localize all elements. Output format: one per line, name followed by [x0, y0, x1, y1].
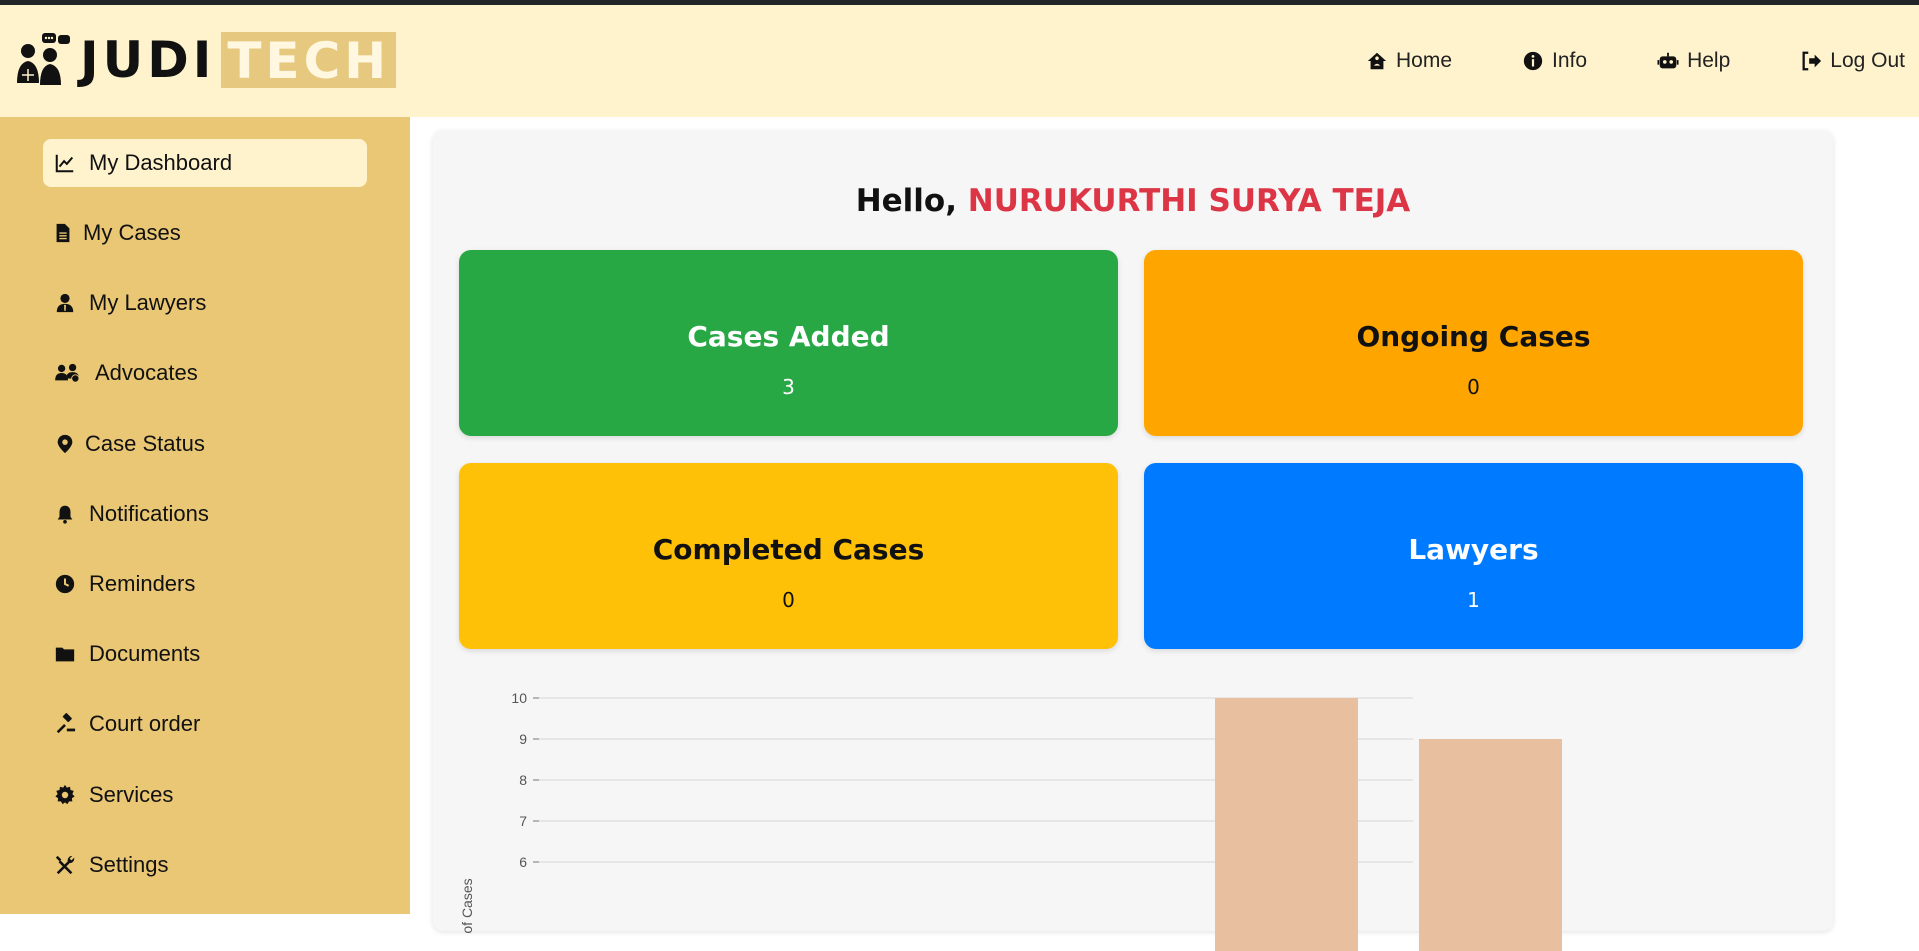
logo-text-judi: JUDI	[80, 31, 216, 89]
greeting-prefix: Hello,	[855, 183, 957, 219]
nav-help[interactable]: Help	[1657, 49, 1730, 73]
stat-card-cases-added[interactable]: Cases Added 3	[459, 250, 1118, 436]
top-nav: Home Info Help Log Out	[1366, 5, 1919, 117]
stat-title: Ongoing Cases	[1356, 320, 1591, 353]
y-tick-label: 9	[519, 731, 527, 747]
tools-icon	[53, 853, 77, 877]
user-tie-icon	[53, 291, 77, 315]
chart-bar[interactable]	[1419, 739, 1562, 951]
home-icon	[1367, 52, 1387, 70]
gear-icon	[53, 783, 77, 807]
stat-title: Cases Added	[687, 320, 890, 353]
sidebar-item-label: Notifications	[89, 501, 209, 526]
sidebar-item-label: Reminders	[89, 571, 196, 596]
chart-bar[interactable]	[1215, 698, 1358, 951]
sidebar-item-label: My Cases	[83, 220, 181, 245]
user-name: NURUKURTHI SURYA TEJA	[967, 183, 1411, 219]
sidebar-item-my-dashboard[interactable]: My Dashboard	[43, 139, 367, 187]
sidebar-item-settings[interactable]: Settings	[43, 841, 367, 889]
sidebar-item-label: Services	[89, 782, 174, 807]
nav-info-label: Info	[1552, 49, 1588, 72]
sidebar-item-court-order[interactable]: Court order	[43, 700, 367, 748]
nav-home-label: Home	[1396, 49, 1453, 72]
sidebar-item-advocates[interactable]: Advocates	[43, 349, 367, 397]
logo[interactable]: JUDI TECH	[14, 29, 397, 91]
users-icon	[53, 361, 83, 385]
sidebar-item-case-status[interactable]: Case Status	[43, 420, 367, 468]
stat-card-ongoing-cases[interactable]: Ongoing Cases 0	[1144, 250, 1803, 436]
map-pin-icon	[53, 432, 77, 456]
nav-logout[interactable]: Log Out	[1800, 49, 1905, 73]
sidebar-item-label: Case Status	[85, 431, 205, 456]
y-axis-label: of Cases	[459, 878, 475, 933]
y-tick-label: 8	[519, 772, 527, 788]
y-tick-label: 7	[519, 813, 527, 829]
bell-icon	[53, 502, 77, 526]
sidebar-item-label: My Lawyers	[89, 290, 207, 315]
stat-value: 1	[1467, 588, 1480, 612]
sidebar-item-documents[interactable]: Documents	[43, 630, 367, 678]
y-tick-label: 6	[519, 854, 527, 870]
nav-logout-label: Log Out	[1830, 49, 1905, 72]
stat-title: Completed Cases	[652, 533, 925, 566]
sidebar-item-services[interactable]: Services	[43, 771, 367, 819]
dashboard-card: Hello, NURUKURTHI SURYA TEJA Cases Added…	[433, 131, 1833, 951]
stat-value: 0	[782, 588, 795, 612]
sidebar-item-reminders[interactable]: Reminders	[43, 560, 367, 608]
sidebar: My Dashboard My Cases My Lawyers Advocat…	[0, 117, 410, 914]
greeting: Hello, NURUKURTHI SURYA TEJA	[433, 183, 1833, 219]
sidebar-item-my-lawyers[interactable]: My Lawyers	[43, 279, 367, 327]
sidebar-item-label: Court order	[89, 711, 201, 736]
sidebar-item-notifications[interactable]: Notifications	[43, 490, 367, 538]
cases-bar-chart: of Cases 6 7 8 9 10	[459, 691, 1562, 951]
nav-home[interactable]: Home	[1366, 49, 1452, 73]
chart-line-icon	[53, 151, 77, 175]
file-icon	[51, 221, 75, 245]
sidebar-item-label: My Dashboard	[89, 150, 233, 175]
lawyer-logo-icon	[17, 33, 70, 85]
folder-icon	[53, 642, 77, 666]
y-tick-label: 10	[511, 691, 527, 706]
logo-text-tech: TECH	[221, 32, 397, 90]
stat-title: Lawyers	[1408, 533, 1539, 566]
stat-value: 3	[782, 375, 795, 399]
gavel-icon	[53, 712, 77, 736]
sidebar-item-label: Settings	[89, 852, 169, 877]
stat-card-lawyers[interactable]: Lawyers 1	[1144, 463, 1803, 649]
clock-icon	[53, 572, 77, 596]
nav-info[interactable]: Info	[1522, 49, 1587, 73]
info-icon	[1523, 51, 1543, 71]
sidebar-item-my-cases[interactable]: My Cases	[43, 209, 367, 257]
stat-value: 0	[1467, 375, 1480, 399]
header: JUDI TECH Home Info Help Log Out	[0, 5, 1919, 117]
robot-icon	[1657, 52, 1679, 69]
sidebar-item-label: Documents	[89, 641, 201, 666]
logout-icon	[1802, 51, 1822, 71]
stat-card-completed-cases[interactable]: Completed Cases 0	[459, 463, 1118, 649]
nav-help-label: Help	[1687, 49, 1731, 72]
sidebar-item-label: Advocates	[95, 360, 198, 385]
